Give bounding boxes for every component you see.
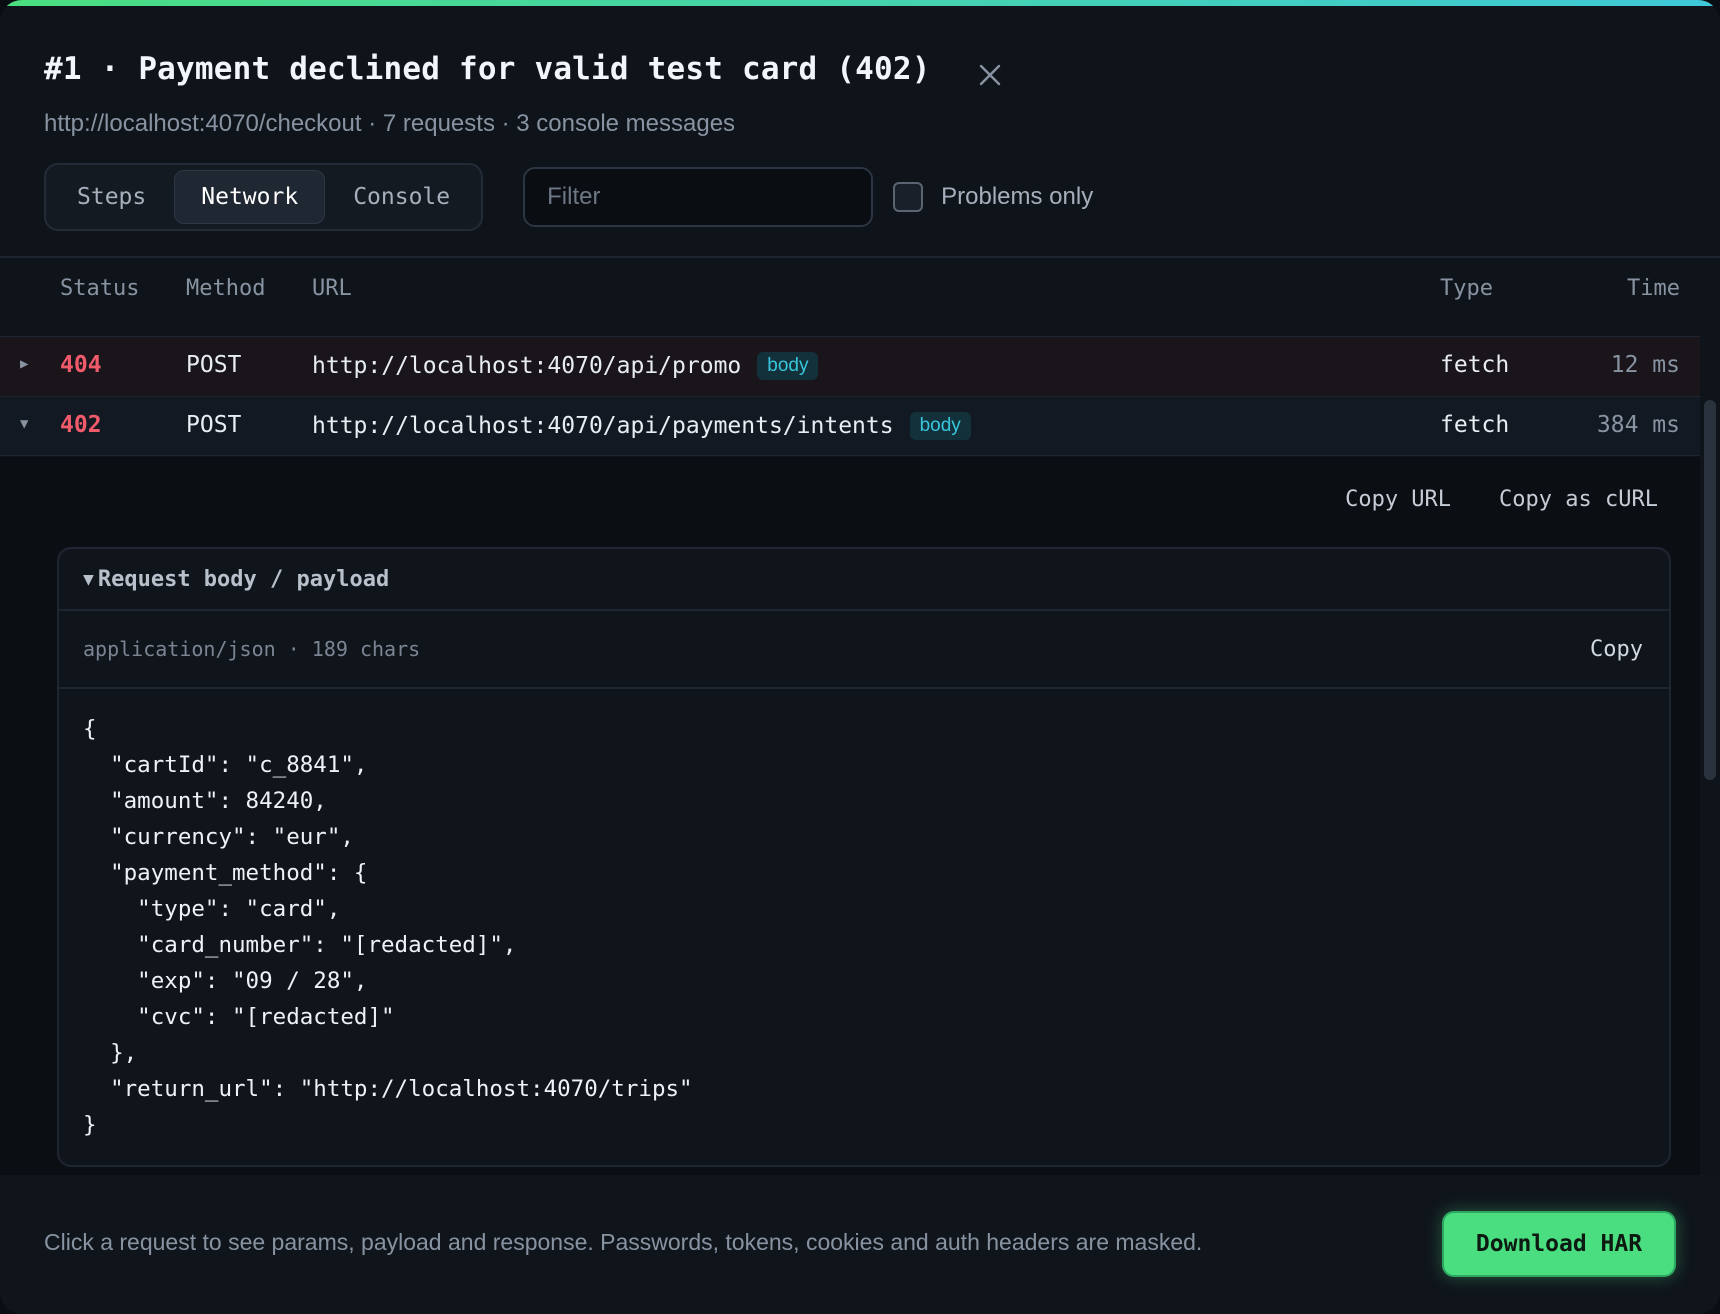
copy-payload-button[interactable]: Copy — [1590, 637, 1645, 662]
page-subtitle: http://localhost:4070/checkout · 7 reque… — [44, 110, 736, 137]
column-header-type[interactable]: Type — [1440, 276, 1493, 301]
download-har-button[interactable]: Download HAR — [1442, 1211, 1676, 1277]
problems-only-checkbox[interactable] — [893, 182, 924, 212]
toolbar: Steps Network Console Problems only — [44, 163, 1093, 231]
caret-right-icon[interactable]: ▶ — [20, 356, 28, 372]
column-header-url[interactable]: URL — [312, 276, 352, 301]
row-url: http://localhost:4070/api/promo — [312, 353, 742, 379]
scrollbar-thumb[interactable] — [1704, 400, 1716, 780]
body-badge: body — [757, 352, 819, 380]
row-time: 12 ms — [1610, 352, 1680, 378]
detail-actions: Copy URL Copy as cURL — [1345, 487, 1658, 512]
problems-only-toggle[interactable]: Problems only — [893, 182, 1093, 212]
row-type: fetch — [1440, 412, 1510, 438]
problems-only-label: Problems only — [941, 183, 1094, 210]
row-status: 404 — [60, 352, 102, 378]
page-title: #1 · Payment declined for valid test car… — [44, 51, 931, 87]
payload-content-type: application/json · 189 chars — [83, 637, 421, 661]
tab-network[interactable]: Network — [174, 170, 326, 224]
payload-section: ▼ Request body / payload application/jso… — [57, 547, 1671, 1167]
modal-header: #1 · Payment declined for valid test car… — [44, 44, 1676, 138]
request-inspector-modal: #1 · Payment declined for valid test car… — [0, 0, 1720, 1314]
triangle-down-icon: ▼ — [83, 568, 94, 590]
tab-steps[interactable]: Steps — [51, 170, 172, 224]
tab-console[interactable]: Console — [327, 170, 476, 224]
filter-input[interactable] — [523, 167, 874, 227]
body-badge: body — [909, 412, 971, 440]
row-url-cell: http://localhost:4070/api/payments/inten… — [312, 412, 971, 440]
table-row[interactable]: ▶ 404 POST http://localhost:4070/api/pro… — [0, 336, 1700, 396]
view-tabs: Steps Network Console — [44, 163, 484, 231]
column-header-time[interactable]: Time — [1627, 276, 1680, 301]
title-row: #1 · Payment declined for valid test car… — [44, 44, 1676, 94]
row-method: POST — [186, 352, 242, 378]
close-icon — [979, 64, 1000, 86]
row-status: 402 — [60, 412, 102, 438]
row-url: http://localhost:4070/api/payments/inten… — [312, 413, 894, 439]
payload-summary-label: Request body / payload — [97, 566, 390, 592]
modal-footer: Click a request to see params, payload a… — [0, 1175, 1720, 1314]
row-url-cell: http://localhost:4070/api/promo body — [312, 352, 819, 380]
copy-curl-button[interactable]: Copy as cURL — [1499, 487, 1658, 512]
caret-down-icon[interactable]: ▼ — [20, 416, 28, 432]
column-header-status[interactable]: Status — [60, 276, 139, 301]
close-button[interactable] — [973, 58, 1007, 92]
table-row[interactable]: ▼ 402 POST http://localhost:4070/api/pay… — [0, 396, 1700, 456]
payload-meta-bar: application/json · 189 chars Copy — [59, 611, 1669, 689]
row-type: fetch — [1440, 352, 1510, 378]
row-time: 384 ms — [1596, 412, 1680, 438]
payload-summary-toggle[interactable]: ▼ Request body / payload — [59, 549, 1669, 611]
footer-hint: Click a request to see params, payload a… — [44, 1229, 1203, 1255]
accent-bar — [0, 0, 1720, 6]
copy-url-button[interactable]: Copy URL — [1345, 487, 1451, 512]
row-method: POST — [186, 412, 242, 438]
request-detail-panel: Copy URL Copy as cURL ▼ Request body / p… — [0, 457, 1700, 1175]
table-header: Status Method URL Type Time — [0, 258, 1700, 336]
column-header-method[interactable]: Method — [186, 276, 265, 301]
payload-code-block: { "cartId": "c_8841", "amount": 84240, "… — [83, 716, 693, 1138]
